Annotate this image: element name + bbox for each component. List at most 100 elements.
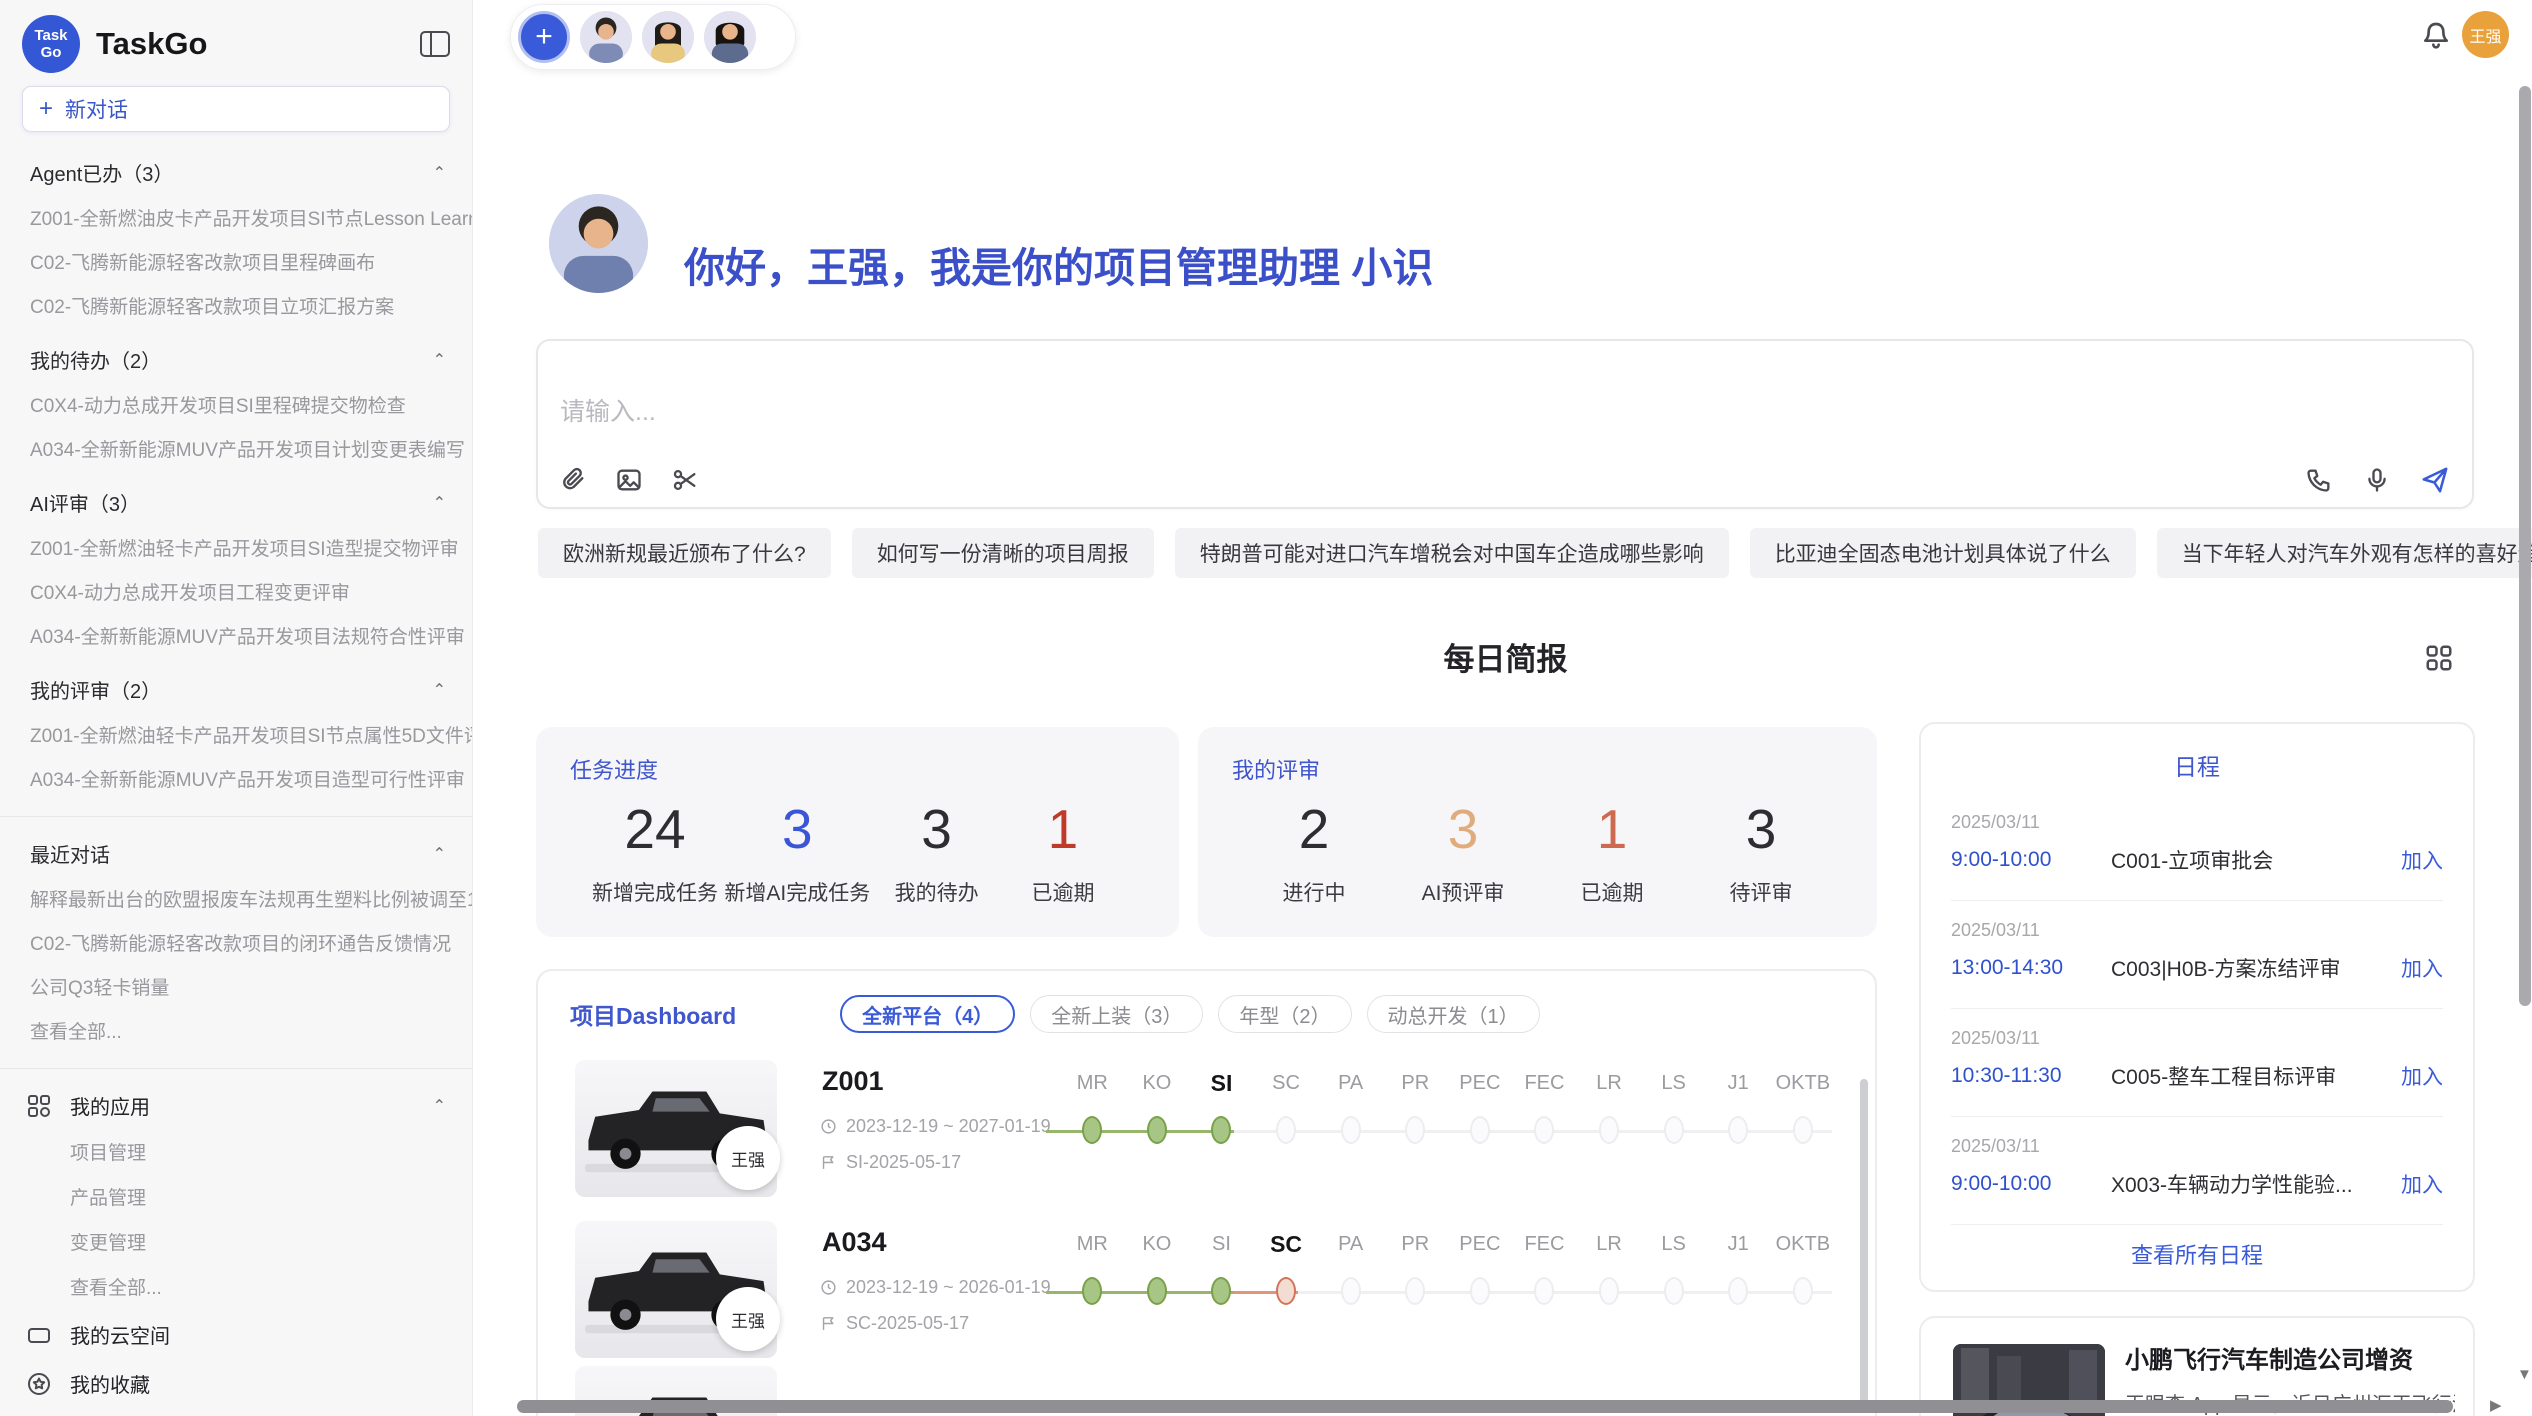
schedule-date: 2025/03/11: [1951, 920, 2443, 941]
news-title: 小鹏飞行汽车制造公司增资: [2125, 1340, 2413, 1375]
milestone-label: FEC: [1512, 1229, 1577, 1259]
schedule-date: 2025/03/11: [1951, 1136, 2443, 1157]
milestone-dot: [1728, 1116, 1748, 1144]
chevron-up-icon[interactable]: ⌃: [433, 163, 446, 183]
chat-input[interactable]: [558, 397, 1962, 428]
send-icon[interactable]: [2420, 465, 2450, 495]
logo-row: Task Go TaskGo: [0, 12, 472, 76]
notification-bell-icon[interactable]: [2420, 20, 2452, 52]
agent-avatar-3[interactable]: [704, 11, 756, 63]
project-flag-milestone: SC-2025-05-17: [820, 1313, 969, 1334]
join-meeting-link[interactable]: 加入: [2401, 845, 2443, 875]
tab-new-body[interactable]: 全新上装（3）: [1030, 995, 1203, 1033]
list-item[interactable]: 解释最新出台的欧盟报废车法规再生塑料比例被调至15%...: [30, 885, 472, 912]
attachment-icon[interactable]: [558, 465, 588, 495]
suggestion-chip[interactable]: 欧洲新规最近颁布了什么?: [538, 528, 831, 578]
stat-label: 已逾期: [1552, 877, 1672, 907]
scroll-down-arrow[interactable]: ▼: [2517, 1366, 2532, 1383]
chevron-up-icon[interactable]: ⌃: [433, 680, 446, 700]
list-item[interactable]: C02-飞腾新能源轻客改款项目里程碑画布: [30, 248, 472, 275]
suggestion-chip[interactable]: 特朗普可能对进口汽车增税会对中国车企造成哪些影响: [1175, 528, 1729, 578]
milestone-label: PA: [1318, 1068, 1383, 1098]
join-meeting-link[interactable]: 加入: [2401, 1169, 2443, 1199]
phone-icon[interactable]: [2304, 465, 2334, 495]
milestone-dot: [1664, 1277, 1684, 1305]
vertical-scrollbar[interactable]: [2519, 86, 2531, 1006]
sidebar-item-cloud-space[interactable]: 我的云空间: [26, 1320, 446, 1349]
stat-value: 24: [592, 797, 718, 861]
image-icon[interactable]: [614, 465, 644, 495]
view-all-chats[interactable]: 查看全部...: [30, 1017, 472, 1044]
section-recent-chats[interactable]: 最近对话 ⌃: [30, 839, 446, 868]
sidebar-item-product-mgmt[interactable]: 产品管理: [70, 1183, 472, 1210]
milestone-label-current: SI: [1189, 1068, 1254, 1098]
milestone-dot: [1341, 1116, 1361, 1144]
dashboard-title: 项目Dashboard: [570, 997, 736, 1031]
card-title: 我的评审: [1232, 753, 1843, 785]
milestone-dot: [1599, 1277, 1619, 1305]
scissors-icon[interactable]: [670, 465, 700, 495]
project-row[interactable]: 王强 A034 2023-12-19 ~ 2026-01-19 SC-2025-…: [538, 1221, 1875, 1381]
tab-new-platform[interactable]: 全新平台（4）: [840, 995, 1015, 1033]
sidebar-item-my-apps[interactable]: 我的应用 ⌃: [26, 1091, 446, 1120]
sidebar-item-project-mgmt[interactable]: 项目管理: [70, 1138, 472, 1165]
milestone-label: FEC: [1512, 1068, 1577, 1098]
list-item[interactable]: Z001-全新燃油轻卡产品开发项目SI节点属性5D文件评审: [30, 721, 472, 748]
scroll-right-arrow[interactable]: ▶: [2490, 1396, 2502, 1414]
milestone-label: J1: [1706, 1229, 1771, 1259]
section-my-todo[interactable]: 我的待办（2） ⌃: [30, 345, 446, 374]
layout-grid-icon[interactable]: [2424, 643, 2454, 673]
milestone-label: KO: [1125, 1229, 1190, 1259]
agent-avatar-1[interactable]: [580, 11, 632, 63]
user-avatar[interactable]: 王强: [2462, 11, 2509, 58]
list-item[interactable]: Z001-全新燃油皮卡产品开发项目SI节点Lesson Learn报告: [30, 204, 472, 231]
microphone-icon[interactable]: [2362, 465, 2392, 495]
section-my-review[interactable]: 我的评审（2） ⌃: [30, 675, 446, 704]
dashboard-scrollbar[interactable]: [1860, 1079, 1868, 1409]
add-agent-button[interactable]: +: [518, 11, 570, 63]
sidebar-item-change-mgmt[interactable]: 变更管理: [70, 1228, 472, 1255]
stat-value: 2: [1254, 797, 1374, 861]
stat-label: 进行中: [1254, 877, 1374, 907]
list-item[interactable]: A034-全新新能源MUV产品开发项目法规符合性评审: [30, 622, 472, 649]
agent-avatar-2[interactable]: [642, 11, 694, 63]
milestone-label: SC: [1254, 1068, 1319, 1098]
list-item[interactable]: C0X4-动力总成开发项目SI里程碑提交物检查: [30, 391, 472, 418]
list-item[interactable]: C0X4-动力总成开发项目工程变更评审: [30, 578, 472, 605]
stats-row: 2 进行中 3 AI预评审 1 已逾期 3 待评审: [1232, 797, 1843, 907]
join-meeting-link[interactable]: 加入: [2401, 1061, 2443, 1091]
chevron-up-icon[interactable]: ⌃: [433, 350, 446, 370]
suggestion-chip[interactable]: 当下年轻人对汽车外观有怎样的喜好趋势: [2157, 528, 2532, 578]
chevron-up-icon[interactable]: ⌃: [433, 844, 446, 864]
list-item[interactable]: C02-飞腾新能源轻客改款项目立项汇报方案: [30, 292, 472, 319]
list-item[interactable]: Z001-全新燃油轻卡产品开发项目SI造型提交物评审: [30, 534, 472, 561]
tab-model-year[interactable]: 年型（2）: [1218, 995, 1351, 1033]
schedule-item: 2025/03/11 13:00-14:30 C003|H0B-方案冻结评审 加…: [1951, 912, 2443, 1009]
milestone-labels: MR KO SI SC PA PR PEC FEC LR LS J1 OKTB: [1060, 1068, 1836, 1098]
chevron-up-icon[interactable]: ⌃: [433, 1096, 446, 1116]
milestone-dot-current: [1276, 1277, 1296, 1305]
schedule-time: 9:00-10:00: [1951, 848, 2103, 872]
horizontal-scrollbar[interactable]: [517, 1400, 2453, 1413]
logo-text-top: Task: [34, 27, 67, 44]
list-item[interactable]: A034-全新新能源MUV产品开发项目计划变更表编写: [30, 435, 472, 462]
chevron-up-icon[interactable]: ⌃: [433, 493, 446, 513]
stat-value: 3: [877, 797, 997, 861]
list-item[interactable]: 公司Q3轻卡销量: [30, 973, 472, 1000]
sidebar-collapse-icon[interactable]: [420, 31, 450, 57]
list-item[interactable]: C02-飞腾新能源轻客改款项目的闭环通告反馈情况: [30, 929, 472, 956]
suggestion-chip[interactable]: 比亚迪全固态电池计划具体说了什么: [1750, 528, 2136, 578]
join-meeting-link[interactable]: 加入: [2401, 953, 2443, 983]
sidebar-item-favorites[interactable]: 我的收藏: [26, 1369, 446, 1398]
tab-powertrain[interactable]: 动总开发（1）: [1367, 995, 1540, 1033]
sidebar: Task Go TaskGo + 新对话 Agent已办（3） ⌃ Z001-全…: [0, 0, 473, 1416]
list-item[interactable]: A034-全新新能源MUV产品开发项目造型可行性评审: [30, 765, 472, 792]
project-row[interactable]: 王强 Z001 2023-12-19 ~ 2027-01-19 SI-2025-…: [538, 1060, 1875, 1220]
schedule-date: 2025/03/11: [1951, 1028, 2443, 1049]
view-all-schedule-link[interactable]: 查看所有日程: [1921, 1238, 2473, 1270]
section-ai-review[interactable]: AI评审（3） ⌃: [30, 488, 446, 517]
section-agent-done[interactable]: Agent已办（3） ⌃: [30, 158, 446, 187]
new-chat-button[interactable]: + 新对话: [22, 86, 450, 132]
suggestion-chip[interactable]: 如何写一份清晰的项目周报: [852, 528, 1154, 578]
view-all-apps[interactable]: 查看全部...: [70, 1273, 472, 1300]
